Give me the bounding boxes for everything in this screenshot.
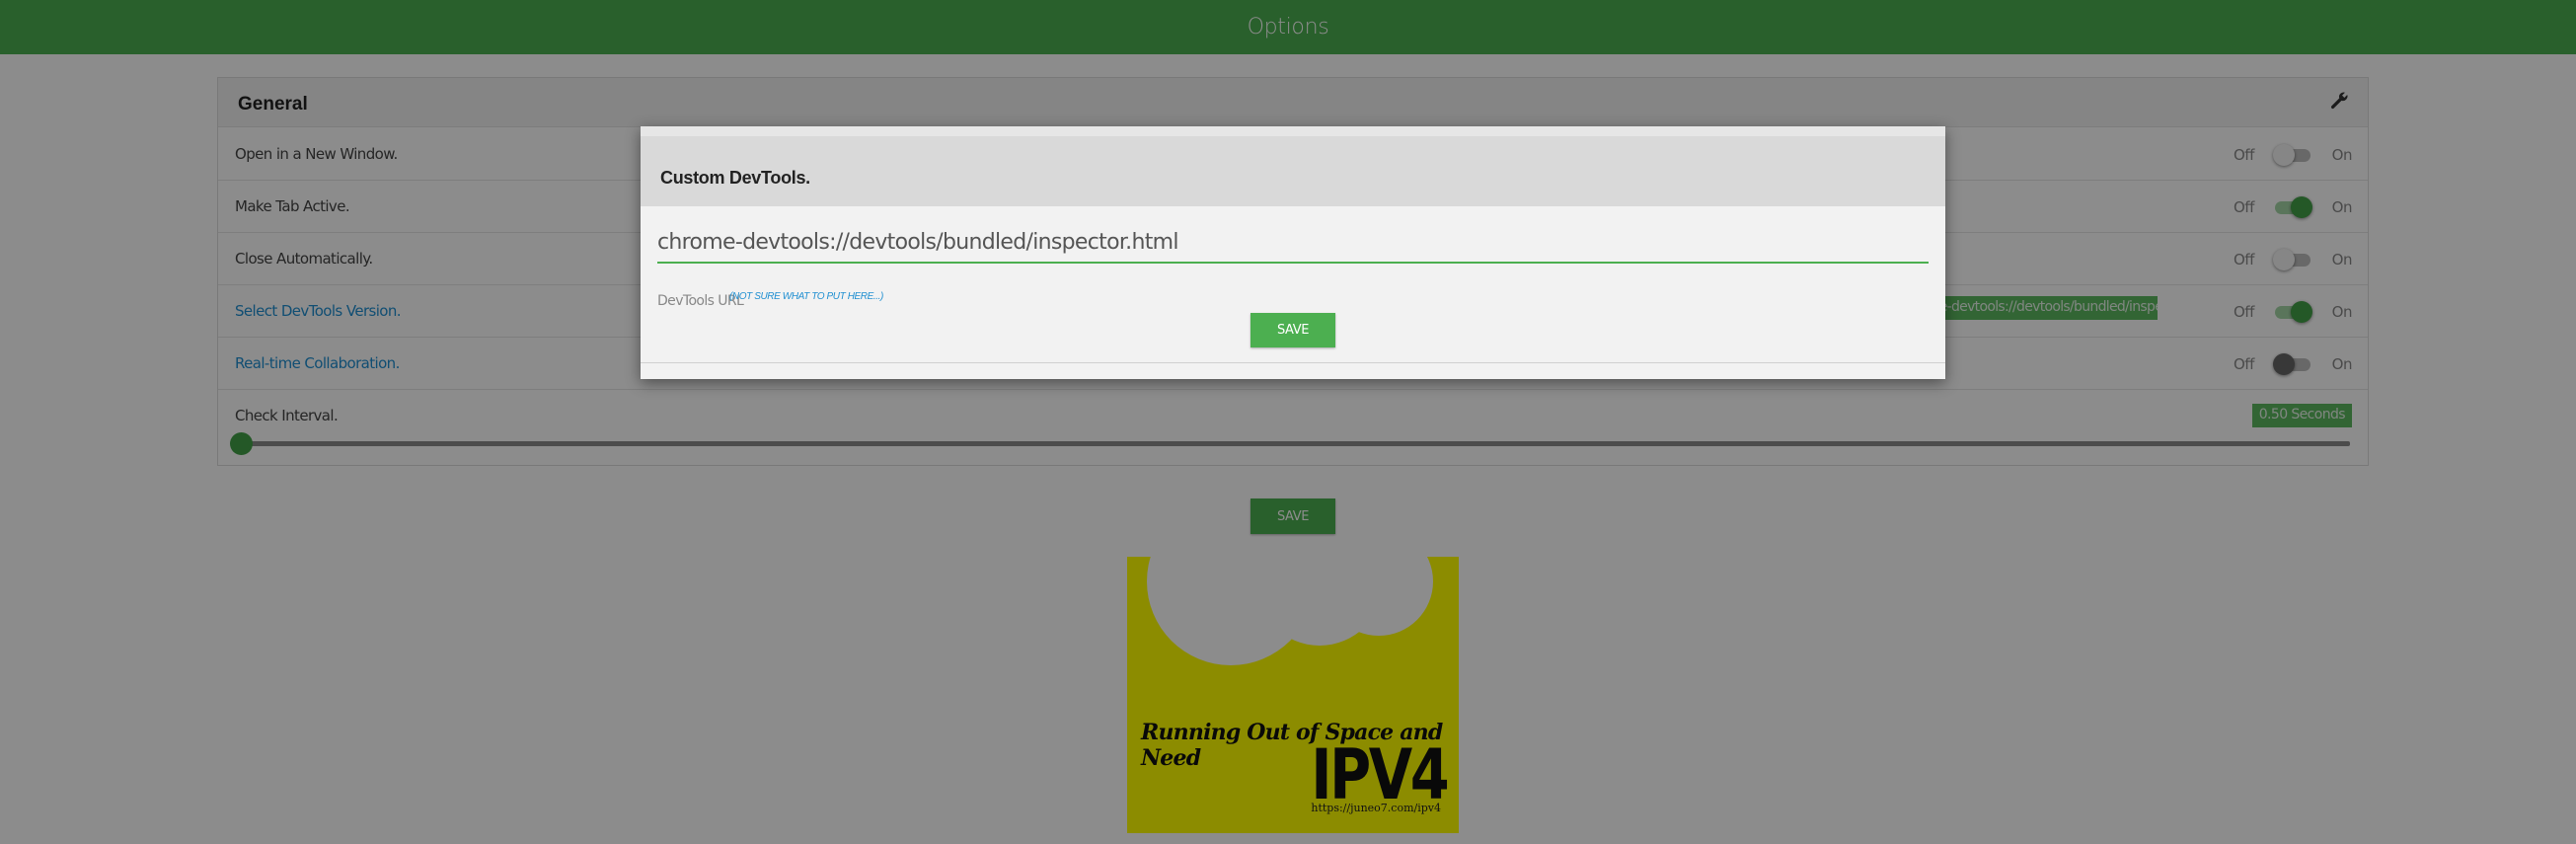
help-link[interactable]: (NOT SURE WHAT TO PUT HERE...): [729, 291, 883, 302]
dialog-title: Custom DevTools.: [660, 168, 810, 188]
dialog-divider: [641, 362, 1945, 363]
dialog-save-button[interactable]: SAVE: [1250, 313, 1335, 347]
devtools-url-input[interactable]: [657, 222, 1929, 264]
custom-devtools-dialog: Custom DevTools. DevTools URL (NOT SURE …: [641, 126, 1945, 379]
dialog-header: Custom DevTools.: [641, 126, 1945, 206]
